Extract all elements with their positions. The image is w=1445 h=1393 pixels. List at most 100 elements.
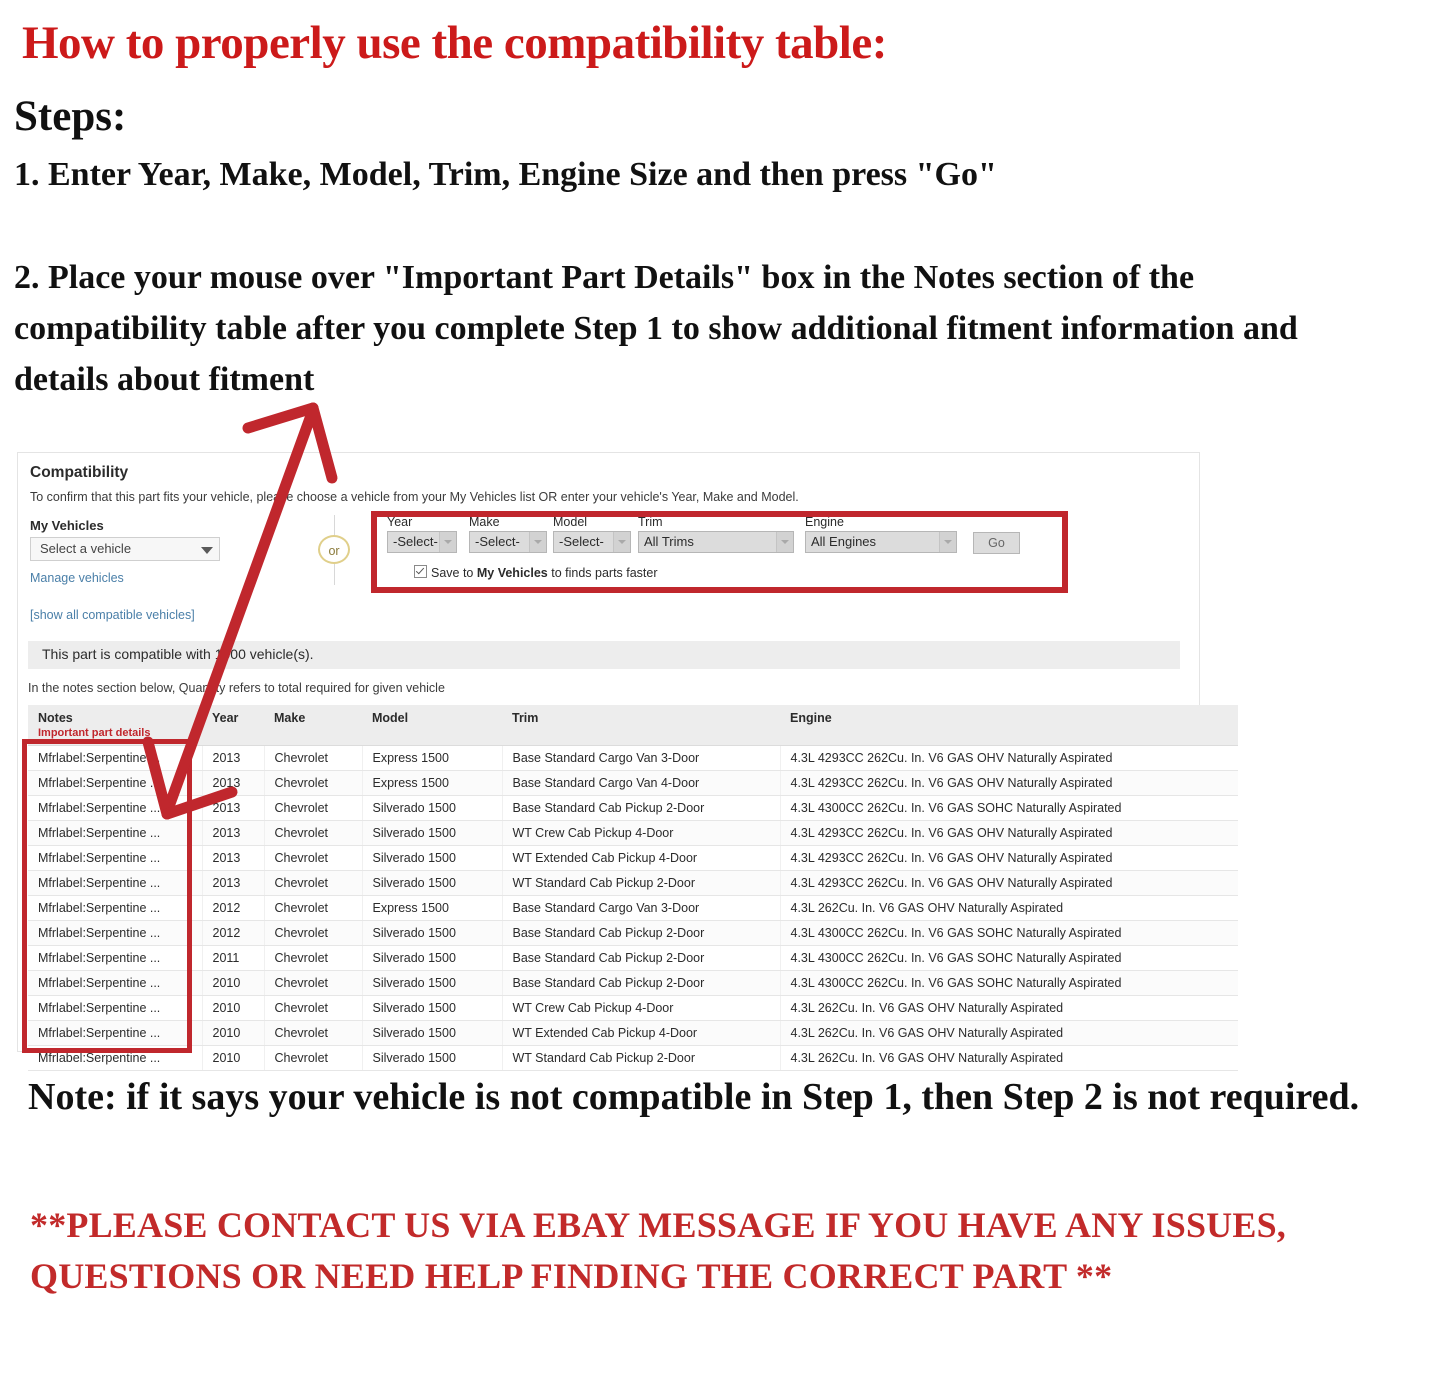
chevron-down-icon bbox=[201, 547, 213, 554]
cell-model: Express 1500 bbox=[362, 745, 503, 771]
compatibility-table: Notes Important part details Year Make M… bbox=[28, 705, 1238, 1071]
cell-make: Chevrolet bbox=[264, 795, 363, 821]
cell-make: Chevrolet bbox=[264, 745, 363, 771]
cell-trim: Base Standard Cab Pickup 2-Door bbox=[502, 970, 781, 996]
cell-year: 2013 bbox=[202, 795, 265, 821]
compatibility-subtitle: To confirm that this part fits your vehi… bbox=[30, 490, 799, 504]
cell-model: Silverado 1500 bbox=[362, 845, 503, 871]
cell-trim: WT Extended Cab Pickup 4-Door bbox=[502, 845, 781, 871]
compatibility-heading: Compatibility bbox=[30, 464, 129, 481]
cell-make: Chevrolet bbox=[264, 870, 363, 896]
cell-model: Silverado 1500 bbox=[362, 1045, 503, 1071]
col-notes-label: Notes bbox=[38, 711, 73, 725]
cell-trim: WT Extended Cab Pickup 4-Door bbox=[502, 1020, 781, 1046]
cell-engine: 4.3L 4300CC 262Cu. In. V6 GAS SOHC Natur… bbox=[780, 970, 1238, 996]
vehicle-select-value: Select a vehicle bbox=[40, 541, 132, 556]
page-title: How to properly use the compatibility ta… bbox=[22, 17, 887, 69]
cell-trim: Base Standard Cab Pickup 2-Door bbox=[502, 920, 781, 946]
step-1-instruction: 1. Enter Year, Make, Model, Trim, Engine… bbox=[14, 156, 997, 193]
show-all-compatible-vehicles-link[interactable]: [show all compatible vehicles] bbox=[30, 608, 195, 622]
col-model: Model bbox=[362, 705, 502, 746]
cell-year: 2010 bbox=[202, 995, 265, 1021]
table-row: Mfrlabel:Serpentine ... 2013 Chevrolet Expr… bbox=[28, 770, 1238, 796]
table-row: Mfrlabel:Serpentine ... 2010 Chevrolet Silv… bbox=[28, 1045, 1238, 1071]
quantity-note: In the notes section below, Quantity ref… bbox=[28, 681, 445, 695]
cell-model: Silverado 1500 bbox=[362, 945, 503, 971]
vehicle-select-dropdown[interactable]: Select a vehicle bbox=[30, 537, 220, 561]
cell-model: Silverado 1500 bbox=[362, 995, 503, 1021]
cell-year: 2011 bbox=[202, 945, 265, 971]
table-row: Mfrlabel:Serpentine ... 2010 Chevrolet Silv… bbox=[28, 995, 1238, 1021]
cell-engine: 4.3L 4300CC 262Cu. In. V6 GAS SOHC Natur… bbox=[780, 795, 1238, 821]
cell-trim: Base Standard Cab Pickup 2-Door bbox=[502, 945, 781, 971]
table-row: Mfrlabel:Serpentine ... 2010 Chevrolet Silv… bbox=[28, 970, 1238, 996]
cell-year: 2013 bbox=[202, 870, 265, 896]
cell-model: Express 1500 bbox=[362, 895, 503, 921]
cell-make: Chevrolet bbox=[264, 820, 363, 846]
cell-year: 2012 bbox=[202, 920, 265, 946]
cell-year: 2010 bbox=[202, 970, 265, 996]
cell-year: 2013 bbox=[202, 770, 265, 796]
cell-trim: WT Standard Cab Pickup 2-Door bbox=[502, 1045, 781, 1071]
cell-make: Chevrolet bbox=[264, 1045, 363, 1071]
table-row: Mfrlabel:Serpentine ... 2013 Chevrolet Silv… bbox=[28, 870, 1238, 896]
cell-make: Chevrolet bbox=[264, 995, 363, 1021]
cell-engine: 4.3L 4293CC 262Cu. In. V6 GAS OHV Natura… bbox=[780, 745, 1238, 771]
compatible-count-banner: This part is compatible with 1000 vehicl… bbox=[28, 641, 1180, 669]
cell-engine: 4.3L 4300CC 262Cu. In. V6 GAS SOHC Natur… bbox=[780, 945, 1238, 971]
cell-engine: 4.3L 262Cu. In. V6 GAS OHV Naturally Asp… bbox=[780, 1020, 1238, 1046]
contact-us-message: **PLEASE CONTACT US VIA EBAY MESSAGE IF … bbox=[30, 1205, 1287, 1297]
table-header-row: Notes Important part details Year Make M… bbox=[28, 705, 1238, 746]
or-divider: or bbox=[314, 515, 356, 585]
cell-year: 2013 bbox=[202, 745, 265, 771]
cell-engine: 4.3L 4293CC 262Cu. In. V6 GAS OHV Natura… bbox=[780, 820, 1238, 846]
cell-model: Silverado 1500 bbox=[362, 870, 503, 896]
cell-trim: WT Crew Cab Pickup 4-Door bbox=[502, 995, 781, 1021]
compatible-count-text: This part is compatible with 1000 vehicl… bbox=[42, 646, 314, 662]
cell-engine: 4.3L 262Cu. In. V6 GAS OHV Naturally Asp… bbox=[780, 995, 1238, 1021]
col-engine: Engine bbox=[780, 705, 1238, 746]
cell-model: Silverado 1500 bbox=[362, 920, 503, 946]
cell-make: Chevrolet bbox=[264, 1020, 363, 1046]
cell-model: Silverado 1500 bbox=[362, 820, 503, 846]
important-part-details-label[interactable]: Important part details bbox=[38, 727, 202, 739]
table-row: Mfrlabel:Serpentine ... 2012 Chevrolet Expr… bbox=[28, 895, 1238, 921]
cell-engine: 4.3L 4293CC 262Cu. In. V6 GAS OHV Natura… bbox=[780, 770, 1238, 796]
cell-year: 2013 bbox=[202, 820, 265, 846]
table-row: Mfrlabel:Serpentine ... 2013 Chevrolet Silv… bbox=[28, 820, 1238, 846]
cell-engine: 4.3L 4293CC 262Cu. In. V6 GAS OHV Natura… bbox=[780, 845, 1238, 871]
table-body: Mfrlabel:Serpentine ... 2013 Chevrolet Expr… bbox=[28, 745, 1238, 1071]
cell-engine: 4.3L 4293CC 262Cu. In. V6 GAS OHV Natura… bbox=[780, 870, 1238, 896]
cell-trim: Base Standard Cargo Van 3-Door bbox=[502, 895, 781, 921]
step1-highlight-box bbox=[371, 511, 1068, 593]
col-trim: Trim bbox=[502, 705, 780, 746]
or-divider-label: or bbox=[318, 535, 350, 564]
manage-vehicles-link[interactable]: Manage vehicles bbox=[30, 571, 124, 585]
step2-highlight-box bbox=[22, 739, 192, 1053]
cell-year: 2013 bbox=[202, 845, 265, 871]
col-year: Year bbox=[202, 705, 264, 746]
cell-model: Silverado 1500 bbox=[362, 1020, 503, 1046]
cell-model: Express 1500 bbox=[362, 770, 503, 796]
cell-year: 2012 bbox=[202, 895, 265, 921]
cell-trim: Base Standard Cargo Van 3-Door bbox=[502, 745, 781, 771]
step-2-instruction: 2. Place your mouse over "Important Part… bbox=[14, 259, 1298, 398]
cell-make: Chevrolet bbox=[264, 770, 363, 796]
cell-trim: WT Standard Cab Pickup 2-Door bbox=[502, 870, 781, 896]
col-make: Make bbox=[264, 705, 362, 746]
cell-make: Chevrolet bbox=[264, 895, 363, 921]
cell-make: Chevrolet bbox=[264, 920, 363, 946]
cell-year: 2010 bbox=[202, 1045, 265, 1071]
table-row: Mfrlabel:Serpentine ... 2010 Chevrolet Silv… bbox=[28, 1020, 1238, 1046]
cell-model: Silverado 1500 bbox=[362, 795, 503, 821]
cell-year: 2010 bbox=[202, 1020, 265, 1046]
table-row: Mfrlabel:Serpentine ... 2013 Chevrolet Silv… bbox=[28, 845, 1238, 871]
note-not-required: Note: if it says your vehicle is not com… bbox=[28, 1076, 1360, 1118]
cell-engine: 4.3L 262Cu. In. V6 GAS OHV Naturally Asp… bbox=[780, 1045, 1238, 1071]
cell-trim: WT Crew Cab Pickup 4-Door bbox=[502, 820, 781, 846]
table-row: Mfrlabel:Serpentine ... 2011 Chevrolet Silv… bbox=[28, 945, 1238, 971]
table-row: Mfrlabel:Serpentine ... 2013 Chevrolet Expr… bbox=[28, 745, 1238, 771]
cell-make: Chevrolet bbox=[264, 970, 363, 996]
table-row: Mfrlabel:Serpentine ... 2013 Chevrolet Silv… bbox=[28, 795, 1238, 821]
cell-model: Silverado 1500 bbox=[362, 970, 503, 996]
